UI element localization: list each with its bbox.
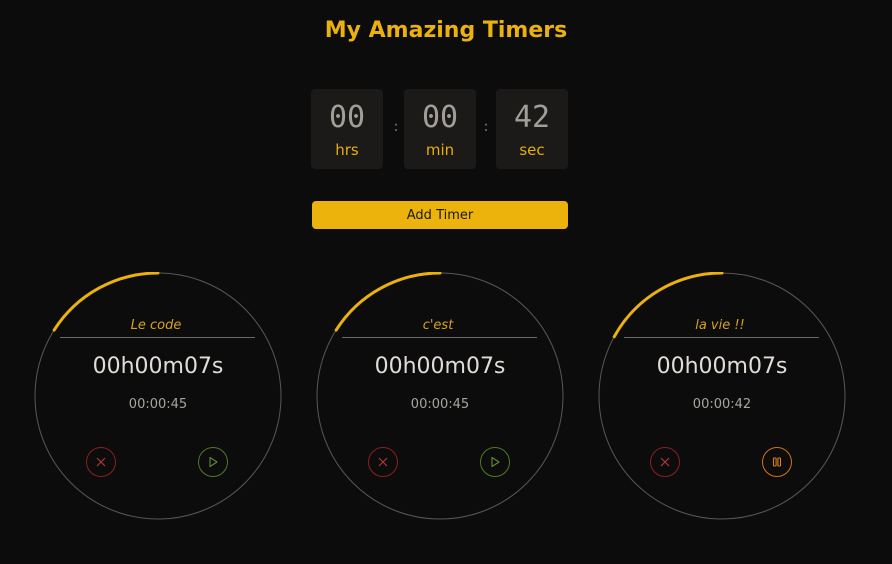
timer-label: c'est [422,318,454,333]
close-icon [378,457,388,467]
timer-card: la vie !! 00h00m07s 00:00:42 [598,272,846,520]
seconds-unit-label: sec [519,141,545,159]
play-icon [209,456,218,468]
timer-card: c'est 00h00m07s 00:00:45 [316,272,564,520]
minutes-unit-label: min [425,141,455,159]
timer-total: 00:00:45 [410,397,470,412]
timer-label: la vie !! [695,318,745,333]
timer-label: Le code [130,318,182,333]
minutes-box: 00 min [404,89,476,169]
time-input-group: 00 hrs : 00 min : 42 sec [311,89,568,169]
play-timer-button[interactable] [480,447,510,477]
minutes-seconds-separator: : [483,119,489,135]
close-icon [96,457,106,467]
hours-input[interactable]: 00 [311,101,383,135]
seconds-box: 42 sec [496,89,568,169]
hours-box: 00 hrs [311,89,383,169]
timer-remaining: 00h00m07s [92,354,224,379]
pause-icon [772,457,782,467]
delete-timer-button[interactable] [650,447,680,477]
timer-card: Le code 00h00m07s 00:00:45 [34,272,282,520]
timer-total: 00:00:45 [128,397,188,412]
timer-progress-ring [34,272,282,520]
timer-divider [342,337,537,338]
pause-timer-button[interactable] [762,447,792,477]
timer-progress-ring [316,272,564,520]
close-icon [660,457,670,467]
timer-total: 00:00:42 [692,397,752,412]
timer-progress-ring [598,272,846,520]
page: My Amazing Timers 00 hrs : 00 min : 42 s… [0,0,892,564]
timer-remaining: 00h00m07s [656,354,788,379]
page-title: My Amazing Timers [324,18,568,43]
play-timer-button[interactable] [198,447,228,477]
delete-timer-button[interactable] [368,447,398,477]
hours-minutes-separator: : [393,119,399,135]
hours-unit-label: hrs [335,141,359,159]
timer-divider [60,337,255,338]
add-timer-button[interactable]: Add Timer [312,201,568,229]
delete-timer-button[interactable] [86,447,116,477]
timer-remaining: 00h00m07s [374,354,506,379]
minutes-input[interactable]: 00 [404,101,476,135]
seconds-input[interactable]: 42 [496,101,568,135]
timer-divider [624,337,819,338]
play-icon [491,456,500,468]
